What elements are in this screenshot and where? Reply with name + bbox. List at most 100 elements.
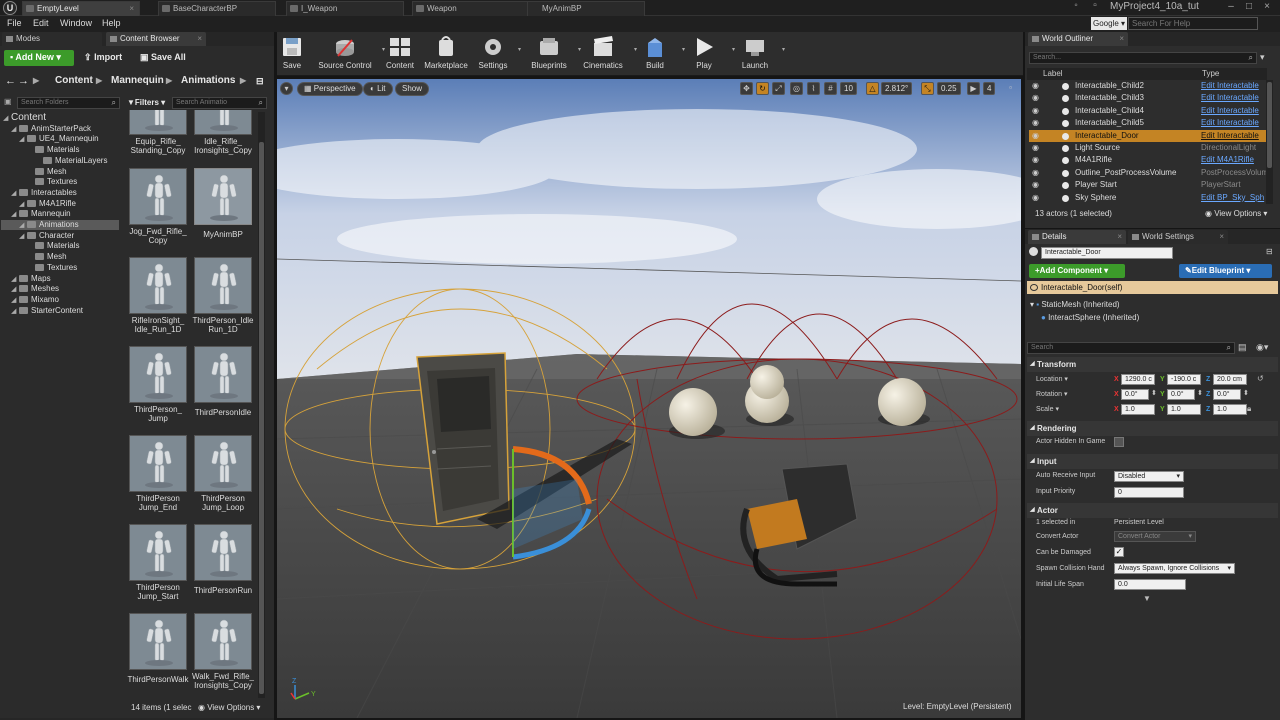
outliner-row[interactable]: ◉ Interactable_Door Edit Interactable: [1029, 129, 1266, 142]
location-y-field[interactable]: -190.0 c: [1167, 374, 1201, 385]
forward-icon[interactable]: →: [18, 73, 29, 89]
toolbar-build-button[interactable]: Build ▾: [633, 32, 685, 76]
asset-tile[interactable]: ThirdPerson_ Jump: [129, 346, 195, 432]
asset-thumbnail[interactable]: [194, 110, 252, 135]
location-z-field[interactable]: 20.0 cm: [1213, 374, 1247, 385]
asset-thumbnail[interactable]: [129, 524, 187, 581]
toolbar-blueprints-button[interactable]: Blueprints ▾: [525, 32, 581, 76]
asset-thumbnail[interactable]: [194, 257, 252, 314]
close-icon[interactable]: ×: [197, 32, 202, 46]
expand-arrow-icon[interactable]: ◢: [11, 296, 19, 306]
folder-tree-item[interactable]: Mesh: [1, 252, 67, 262]
outliner-search-input[interactable]: Search... ⌕: [1029, 52, 1257, 64]
asset-tile[interactable]: Walk_Fwd_Rifle_ Ironsights_Copy: [192, 613, 260, 699]
menu-file[interactable]: File: [7, 18, 22, 28]
breadcrumb-content[interactable]: Content: [55, 73, 93, 89]
component-static-mesh[interactable]: ▾ ▪ StaticMesh (Inherited): [1030, 300, 1120, 309]
toolbar-content-button[interactable]: Content: [381, 32, 419, 76]
can-be-damaged-checkbox[interactable]: ✓: [1114, 547, 1124, 557]
expand-arrow-icon[interactable]: ◢: [19, 200, 27, 210]
edit-blueprint-button[interactable]: ✎Edit Blueprint ▾: [1179, 264, 1272, 278]
search-provider-select[interactable]: Google ▾: [1091, 17, 1127, 30]
visibility-options-icon[interactable]: ◉▾: [1256, 342, 1268, 353]
rotation-snap-value[interactable]: 2.812°: [881, 82, 913, 95]
folder-tree-item[interactable]: ◢ Content: [1, 113, 46, 123]
tab-weapon[interactable]: Weapon: [412, 1, 530, 16]
reset-icon[interactable]: ↺: [1257, 374, 1264, 383]
maximize-viewport-icon[interactable]: ▫: [1004, 82, 1017, 95]
visibility-eye-icon[interactable]: ◉: [1032, 192, 1039, 204]
section-rendering[interactable]: ◢ Rendering: [1027, 421, 1278, 436]
asset-tile[interactable]: MyAnimBP: [194, 168, 260, 254]
outliner-row[interactable]: ◉ Light Source DirectionalLight: [1029, 142, 1266, 154]
asset-tile[interactable]: ThirdPerson Jump_End: [129, 435, 195, 521]
notification-icon[interactable]: ◦: [1071, 1, 1081, 11]
asset-tile[interactable]: Equip_Rifle_ Standing_Copy: [129, 110, 195, 164]
perspective-button[interactable]: ▦ Perspective: [297, 82, 363, 96]
close-icon[interactable]: ×: [1219, 230, 1224, 244]
folder-tree-item[interactable]: ◢ Meshes: [1, 284, 59, 294]
minimize-icon[interactable]: –: [1226, 2, 1236, 12]
scale-y-field[interactable]: 1.0: [1167, 404, 1201, 415]
menu-window[interactable]: Window: [60, 18, 92, 28]
rotation-snap-icon[interactable]: △: [866, 82, 879, 95]
outliner-row-type[interactable]: Edit Interactable: [1201, 130, 1259, 142]
tab-content-browser[interactable]: Content Browser ×: [106, 32, 206, 46]
help-search-input[interactable]: Search For Help: [1128, 17, 1258, 30]
spin-arrows-icon[interactable]: ⬍: [1151, 389, 1157, 397]
viewport-options-icon[interactable]: ▾: [280, 82, 293, 95]
import-button[interactable]: ⇪ Import: [84, 50, 122, 65]
save-all-button[interactable]: ▣ Save All: [140, 50, 186, 65]
asset-tile[interactable]: ThirdPerson_Idle Run_1D: [193, 257, 260, 343]
tab-myanimbp[interactable]: MyAnimBP: [527, 1, 645, 16]
folder-tree-item[interactable]: Mesh: [1, 167, 67, 177]
folder-tree-item[interactable]: ◢ M4A1Rifle: [1, 199, 76, 209]
visibility-eye-icon[interactable]: ◉: [1032, 105, 1039, 117]
toolbar-play-button[interactable]: Play ▾: [681, 32, 735, 76]
life-span-field[interactable]: 0.0: [1114, 579, 1186, 590]
expand-arrow-icon[interactable]: ◢: [11, 125, 19, 135]
filters-button[interactable]: ▼Filters ▾: [127, 96, 165, 110]
toolbar-marketplace-button[interactable]: Marketplace: [422, 32, 470, 76]
visibility-eye-icon[interactable]: ◉: [1032, 130, 1039, 142]
lit-button[interactable]: ◐ Lit: [363, 82, 393, 96]
scale-mode-icon[interactable]: ⤢: [772, 82, 785, 95]
visibility-eye-icon[interactable]: ◉: [1032, 179, 1039, 191]
folder-tree-item[interactable]: ◢ Mannequin: [1, 209, 71, 219]
breadcrumb-root-arrow-icon[interactable]: ▶: [33, 73, 39, 89]
actor-name-field[interactable]: Interactable_Door: [1041, 247, 1173, 259]
filter-icon[interactable]: ▾: [1260, 52, 1265, 63]
lock-icon[interactable]: ⊟: [256, 73, 264, 89]
grid-snap-icon[interactable]: #: [824, 82, 837, 95]
folder-tree-item[interactable]: Textures: [1, 263, 77, 273]
asset-thumbnail[interactable]: [129, 257, 187, 314]
view-options-button[interactable]: ◉ View Options ▾: [198, 703, 260, 712]
input-priority-field[interactable]: 0: [1114, 487, 1184, 498]
outliner-row-type[interactable]: Edit BP_Sky_Sph: [1201, 192, 1264, 204]
expand-arrow-icon[interactable]: ◢: [11, 275, 19, 285]
folder-tree-item[interactable]: MaterialLayers: [1, 156, 107, 166]
scale-x-field[interactable]: 1.0: [1121, 404, 1155, 415]
outliner-row-type[interactable]: Edit Interactable: [1201, 92, 1259, 104]
asset-tile[interactable]: ThirdPerson Jump_Loop: [194, 435, 260, 521]
folder-tree-item[interactable]: Materials: [1, 241, 79, 251]
folder-tree-item[interactable]: Textures: [1, 177, 77, 187]
expand-arrow-icon[interactable]: ◢: [11, 285, 19, 295]
asset-tile[interactable]: RifleIronSight_ Idle_Run_1D: [129, 257, 195, 343]
folder-tree-item[interactable]: ◢ Mixamo: [1, 295, 59, 305]
lock-scale-icon[interactable]: 🔒︎: [1247, 404, 1251, 414]
outliner-row-type[interactable]: Edit Interactable: [1201, 105, 1259, 117]
rotation-y-field[interactable]: 0.0°: [1167, 389, 1195, 400]
outliner-row[interactable]: ◉ Interactable_Child2 Edit Interactable: [1029, 80, 1266, 92]
asset-thumbnail[interactable]: [194, 168, 252, 225]
asset-thumbnail[interactable]: [194, 524, 252, 581]
folder-tree-item[interactable]: ◢ Animations: [1, 220, 119, 230]
rotation-z-field[interactable]: 0.0°: [1213, 389, 1241, 400]
asset-thumbnail[interactable]: [194, 346, 252, 403]
asset-tile[interactable]: Idle_Rifle_ Ironsights_Copy: [194, 110, 260, 164]
folder-tree-item[interactable]: ◢ Character: [1, 231, 74, 241]
asset-tile[interactable]: ThirdPersonIdle: [194, 346, 260, 432]
folder-tree-item[interactable]: ◢ Maps: [1, 274, 51, 284]
visibility-eye-icon[interactable]: ◉: [1032, 167, 1039, 179]
expand-arrow-icon[interactable]: ◢: [11, 189, 19, 199]
